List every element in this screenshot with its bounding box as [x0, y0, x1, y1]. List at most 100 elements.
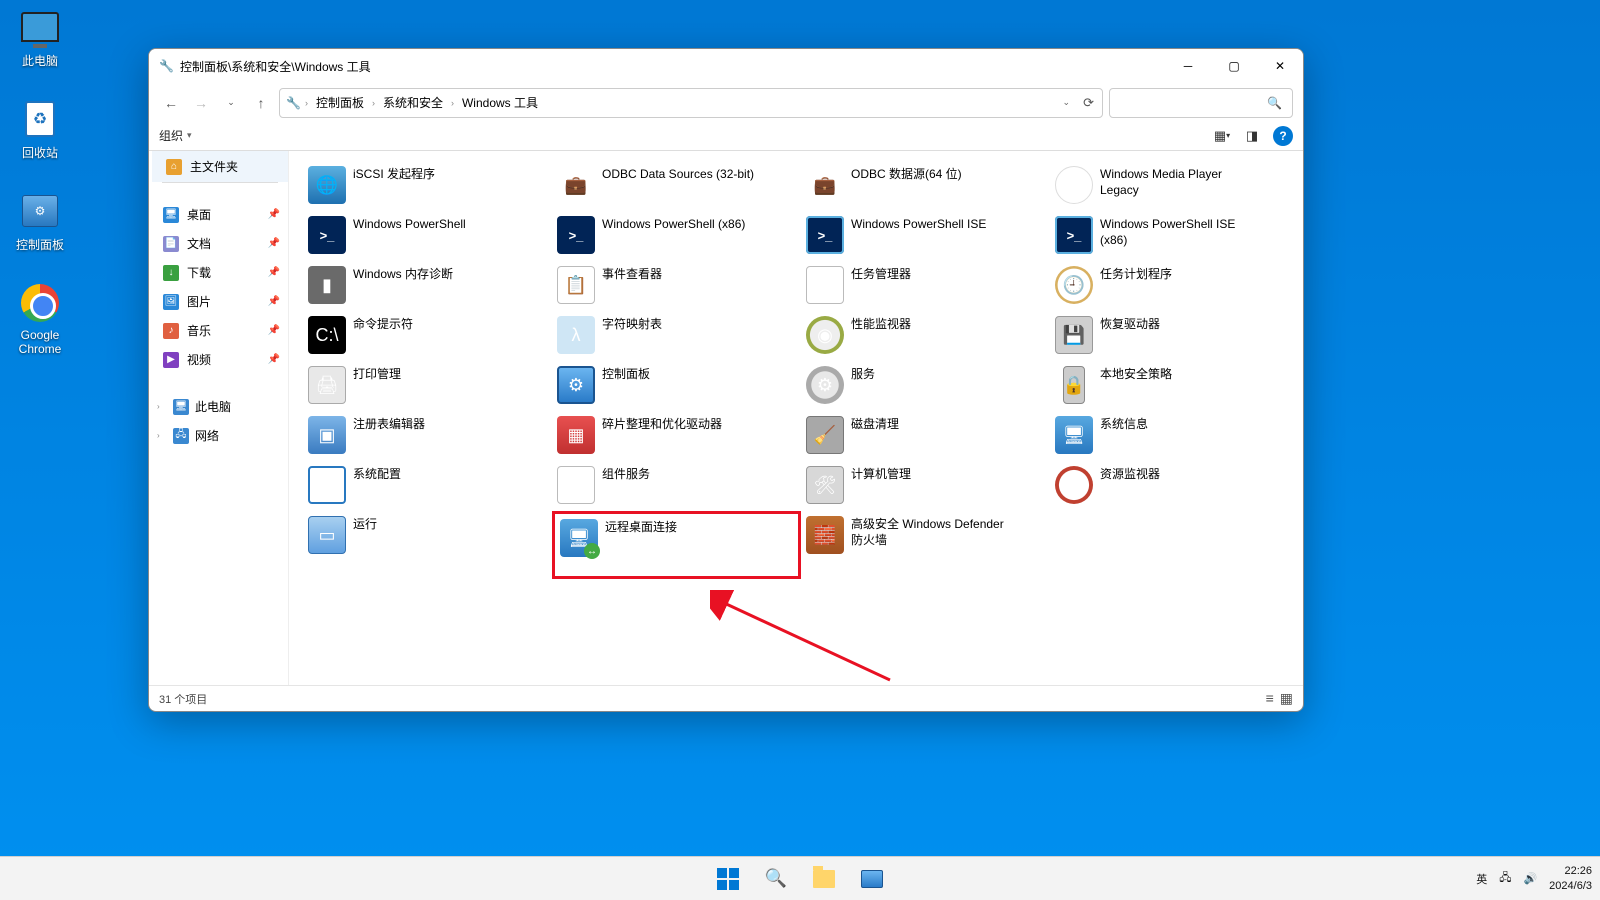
folder-icon: 🖼 — [163, 294, 179, 310]
sidebar-item-quick[interactable]: ♪音乐📌 — [149, 316, 288, 345]
details-view-button[interactable]: ≡ — [1266, 690, 1274, 707]
sidebar-item-home[interactable]: ⌂ 主文件夹 — [149, 151, 288, 182]
sidebar-item-quick[interactable]: 📄文档📌 — [149, 229, 288, 258]
item-label: 本地安全策略 — [1100, 365, 1172, 383]
app-icon: C:\ — [307, 315, 347, 355]
chevron-right-icon: › — [451, 98, 454, 108]
app-icon: >_ — [307, 215, 347, 255]
taskbar-explorer[interactable] — [804, 861, 844, 897]
refresh-button[interactable]: ⟳ — [1083, 95, 1094, 111]
tool-item[interactable]: 🧹磁盘清理 — [801, 411, 1050, 461]
tool-item[interactable]: 🧱高级安全 Windows Defender 防火墙 — [801, 511, 1050, 561]
tool-item[interactable]: 〽任务管理器 — [801, 261, 1050, 311]
sidebar-item-quick[interactable]: ↓下载📌 — [149, 258, 288, 287]
tool-item[interactable]: ▣注册表编辑器 — [303, 411, 552, 461]
control-panel-icon: 🔧 — [159, 59, 174, 73]
titlebar[interactable]: 🔧 控制面板\系统和安全\Windows 工具 ─ ▢ ✕ — [149, 49, 1303, 83]
tool-item[interactable]: >_Windows PowerShell (x86) — [552, 211, 801, 261]
pin-icon: 📌 — [268, 267, 280, 278]
preview-pane-button[interactable]: ◨ — [1243, 127, 1261, 145]
tool-item[interactable]: C:\命令提示符 — [303, 311, 552, 361]
close-button[interactable]: ✕ — [1257, 49, 1303, 83]
sidebar-item-label: 文档 — [187, 235, 211, 252]
tool-item[interactable]: 💼ODBC 数据源(64 位) — [801, 161, 1050, 211]
start-button[interactable] — [708, 861, 748, 897]
chevron-down-icon[interactable]: ⌄ — [1062, 97, 1070, 108]
tool-item[interactable]: ▦碎片整理和优化驱动器 — [552, 411, 801, 461]
app-icon: 🧹 — [805, 415, 845, 455]
tool-item[interactable]: >_Windows PowerShell — [303, 211, 552, 261]
sidebar-item-thispc[interactable]: › 🖥 此电脑 — [149, 392, 288, 421]
app-icon: λ — [556, 315, 596, 355]
desktop-icon-recycle[interactable]: 回收站 — [2, 98, 78, 161]
sidebar-item-quick[interactable]: 🖥桌面📌 — [149, 200, 288, 229]
tool-item[interactable]: ✓系统配置 — [303, 461, 552, 511]
taskbar-center: 🔍 — [708, 861, 892, 897]
tool-item[interactable]: ◉性能监视器 — [801, 311, 1050, 361]
tool-item[interactable]: ▭运行 — [303, 511, 552, 561]
sidebar-item-label: 此电脑 — [195, 398, 231, 415]
desktop-icon-thispc[interactable]: 此电脑 — [2, 6, 78, 69]
up-button[interactable]: ↑ — [249, 91, 273, 115]
recycle-bin-icon — [19, 98, 61, 140]
organize-button[interactable]: 组织 — [159, 127, 183, 144]
ime-indicator[interactable]: 英 — [1476, 871, 1487, 887]
forward-button[interactable]: → — [189, 91, 213, 115]
tool-item[interactable]: ▮Windows 内存诊断 — [303, 261, 552, 311]
item-label: 计算机管理 — [851, 465, 911, 483]
clock[interactable]: 22:26 2024/6/3 — [1549, 864, 1592, 893]
tool-item[interactable]: ⚙服务 — [801, 361, 1050, 411]
tool-item[interactable]: ▶Windows Media Player Legacy — [1050, 161, 1299, 211]
app-icon: 🧱 — [805, 515, 845, 555]
app-icon: 🛠 — [805, 465, 845, 505]
network-icon[interactable]: 🖧 — [1499, 869, 1511, 888]
desktop-icon-chrome[interactable]: Google Chrome — [2, 282, 78, 356]
explorer-window: 🔧 控制面板\系统和安全\Windows 工具 ─ ▢ ✕ ← → ⌄ ↑ 🔧 … — [148, 48, 1304, 712]
breadcrumb-seg[interactable]: Windows 工具 — [458, 92, 542, 113]
breadcrumb[interactable]: 🔧 › 控制面板 › 系统和安全 › Windows 工具 ⌄ ⟳ — [279, 88, 1103, 118]
tool-item[interactable]: λ字符映射表 — [552, 311, 801, 361]
tool-item[interactable]: >_Windows PowerShell ISE — [801, 211, 1050, 261]
tool-item[interactable]: 🖥系统信息 — [1050, 411, 1299, 461]
search-button[interactable]: 🔍 — [756, 861, 796, 897]
tool-item[interactable]: 🔒本地安全策略 — [1050, 361, 1299, 411]
app-icon: ▦ — [556, 415, 596, 455]
control-panel-icon: ⚙ — [19, 190, 61, 232]
tool-item[interactable]: 🛠 计算机管理 — [801, 461, 1050, 511]
view-options-button[interactable]: ▦▾ — [1213, 127, 1231, 145]
desktop-icon-controlpanel[interactable]: ⚙ 控制面板 — [2, 190, 78, 253]
system-tray: 英 🖧 🔊 22:26 2024/6/3 — [1476, 864, 1592, 893]
search-input[interactable]: 🔍 — [1109, 88, 1293, 118]
app-icon: >_ — [556, 215, 596, 255]
taskbar-controlpanel[interactable] — [852, 861, 892, 897]
recent-dropdown[interactable]: ⌄ — [219, 91, 243, 115]
sidebar-item-quick[interactable]: ▶视频📌 — [149, 345, 288, 374]
maximize-button[interactable]: ▢ — [1211, 49, 1257, 83]
main-content[interactable]: 🌐iSCSI 发起程序💼ODBC Data Sources (32-bit)💼O… — [289, 151, 1303, 685]
sidebar-item-network[interactable]: › 🖧 网络 — [149, 421, 288, 450]
tool-item[interactable]: 🖥远程桌面连接 — [552, 511, 801, 579]
tool-item[interactable]: >_Windows PowerShell ISE (x86) — [1050, 211, 1299, 261]
pin-icon: 📌 — [268, 354, 280, 365]
back-button[interactable]: ← — [159, 91, 183, 115]
minimize-button[interactable]: ─ — [1165, 49, 1211, 83]
toolbar: 组织 ▾ ▦▾ ◨ ? — [149, 121, 1303, 151]
tool-item[interactable]: ◉资源监视器 — [1050, 461, 1299, 511]
tool-item[interactable]: 🌐iSCSI 发起程序 — [303, 161, 552, 211]
tool-item[interactable]: 💾恢复驱动器 — [1050, 311, 1299, 361]
tool-item[interactable]: 📋事件查看器 — [552, 261, 801, 311]
chrome-icon — [19, 282, 61, 324]
tool-item[interactable]: 💼ODBC Data Sources (32-bit) — [552, 161, 801, 211]
sidebar-item-quick[interactable]: 🖼图片📌 — [149, 287, 288, 316]
app-icon: ◉ — [805, 315, 845, 355]
icons-view-button[interactable]: ▦ — [1280, 690, 1293, 707]
volume-icon[interactable]: 🔊 — [1523, 872, 1537, 885]
breadcrumb-seg[interactable]: 系统和安全 — [379, 92, 447, 113]
breadcrumb-seg[interactable]: 控制面板 — [312, 92, 368, 113]
tool-item[interactable]: 🕘任务计划程序 — [1050, 261, 1299, 311]
tool-item[interactable]: ⊕组件服务 — [552, 461, 801, 511]
help-button[interactable]: ? — [1273, 126, 1293, 146]
tool-item[interactable]: 🖨打印管理 — [303, 361, 552, 411]
desktop-icon-label: 此电脑 — [2, 52, 78, 69]
tool-item[interactable]: ⚙控制面板 — [552, 361, 801, 411]
